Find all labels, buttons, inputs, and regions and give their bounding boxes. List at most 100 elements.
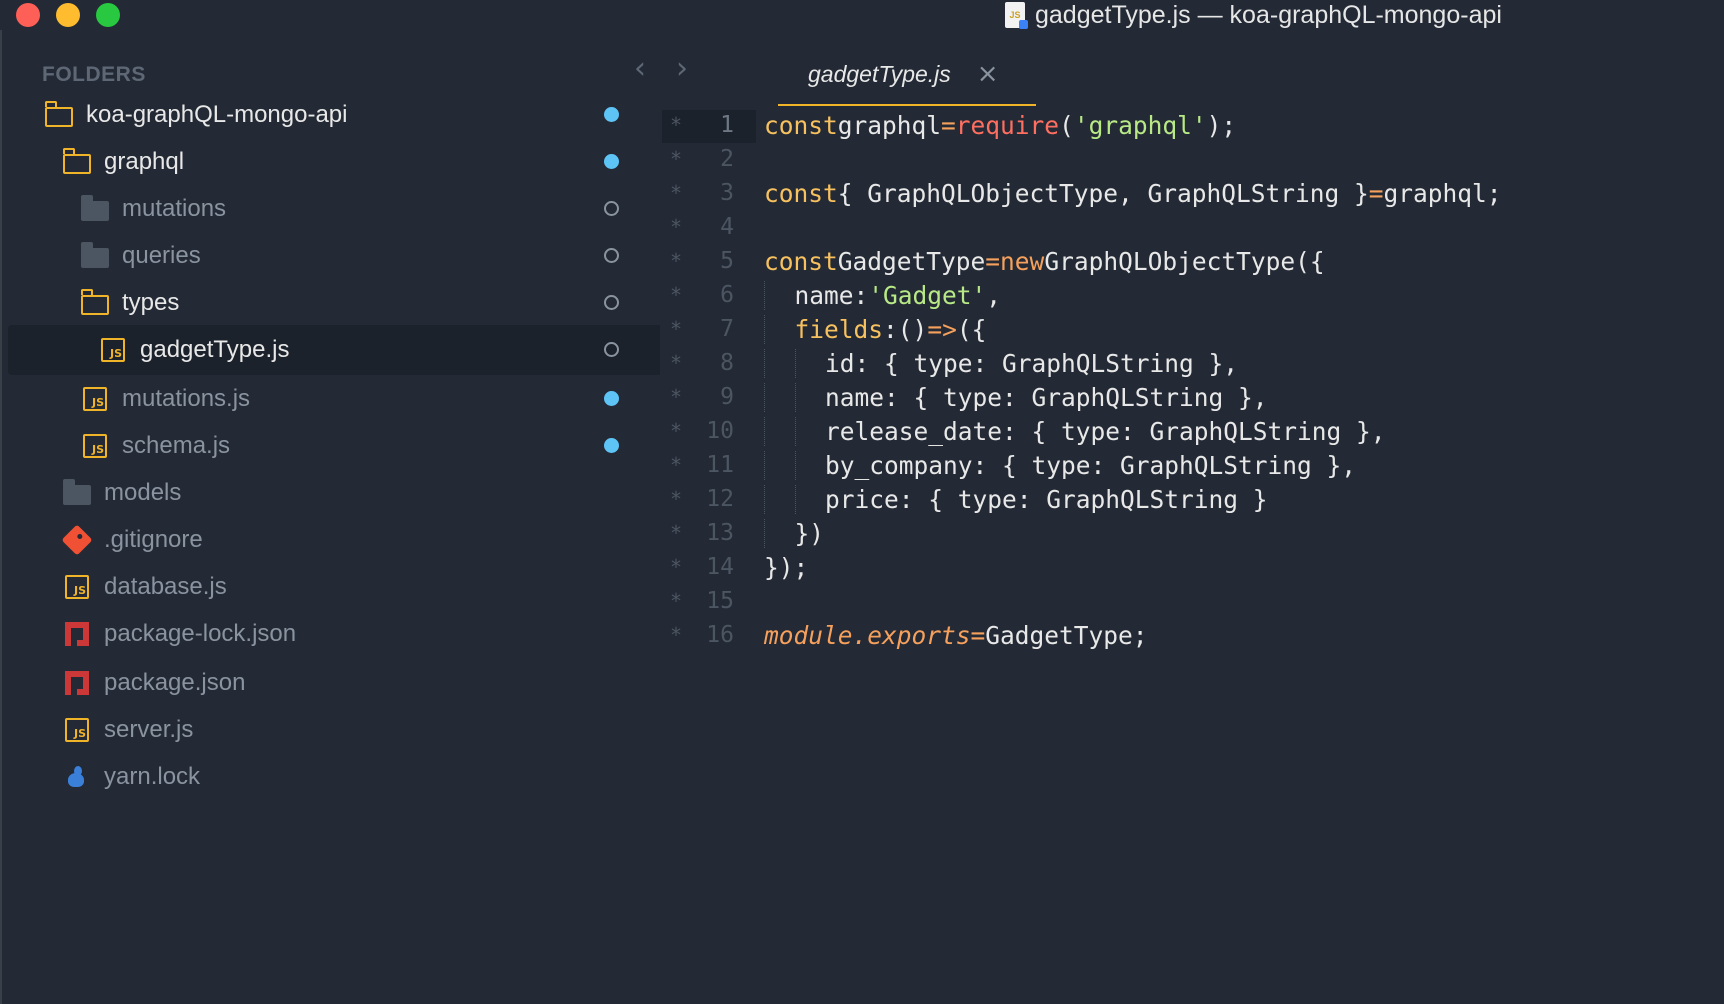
status-ring-indicator <box>604 248 619 263</box>
tree-item-label: server.js <box>104 716 194 743</box>
tree-item-package-lock-json[interactable]: package-lock.json <box>8 609 712 659</box>
line-number: * 3 <box>670 180 734 206</box>
tree-item-gadgettype-js[interactable]: JS gadgetType.js <box>8 325 748 375</box>
tree-item-label: mutations <box>122 195 227 222</box>
line-number: * 8 <box>670 350 734 376</box>
tree-item-types-folder[interactable]: types <box>8 278 730 328</box>
maximize-window-button[interactable] <box>96 3 120 27</box>
tree-item-mutations-folder[interactable]: mutations <box>8 184 730 234</box>
modified-indicator <box>604 391 619 406</box>
tree-item-label: .gitignore <box>104 526 203 553</box>
code-line: }); <box>764 552 809 582</box>
tree-item-database-js[interactable]: JS database.js <box>8 562 712 612</box>
line-number: * 1 <box>670 112 734 138</box>
tab-label: gadgetType.js <box>808 60 951 87</box>
tree-item-gitignore[interactable]: .gitignore <box>8 515 712 565</box>
tree-item-package-json[interactable]: package.json <box>8 658 712 708</box>
tree-item-label: package-lock.json <box>104 620 297 647</box>
window-title-text: gadgetType.js — koa-graphQL-mongo-api <box>1035 0 1502 29</box>
line-number: * 16 <box>670 622 734 648</box>
window-title: JS gadgetType.js — koa-graphQL-mongo-api <box>1005 0 1502 30</box>
close-tab-icon[interactable]: × <box>977 61 999 87</box>
folder-open-icon <box>80 289 110 317</box>
tab-gadgettype-js[interactable]: gadgetType.js × <box>778 44 1036 106</box>
tree-item-label: package.json <box>104 669 246 696</box>
tree-item-graphql[interactable]: graphql <box>8 137 712 187</box>
modified-indicator <box>604 154 619 169</box>
line-number: * 2 <box>670 146 734 172</box>
tree-item-label: queries <box>122 242 201 269</box>
code-line: }) <box>764 516 1704 550</box>
code-line: const { GraphQLObjectType, GraphQLString… <box>764 178 1502 208</box>
folder-open-icon <box>44 101 74 129</box>
tree-item-label: yarn.lock <box>104 763 201 790</box>
git-icon <box>61 524 93 556</box>
tree-item-root-folder[interactable]: koa-graphQL-mongo-api <box>8 90 694 140</box>
js-file-icon: JS <box>80 385 110 413</box>
code-line: id: { type: GraphQLString }, <box>764 346 1704 380</box>
line-number: * 4 <box>670 214 734 240</box>
line-number: * 9 <box>670 384 734 410</box>
code-line: name: { type: GraphQLString }, <box>764 380 1704 414</box>
code-line: price: { type: GraphQLString } <box>764 482 1704 516</box>
code-line: const graphql = require('graphql'); <box>764 110 1237 140</box>
tree-item-label: schema.js <box>122 432 231 459</box>
nav-back-arrow-icon[interactable]: ‹ <box>634 54 646 84</box>
line-number: * 5 <box>670 248 734 274</box>
tree-item-label: types <box>122 289 180 316</box>
npm-icon <box>62 620 92 648</box>
close-window-button[interactable] <box>16 3 40 27</box>
line-number: * 14 <box>670 554 734 580</box>
line-number: * 13 <box>670 520 734 546</box>
folder-open-icon <box>62 148 92 176</box>
minimize-window-button[interactable] <box>56 3 80 27</box>
tree-item-schema-js[interactable]: JS schema.js <box>8 421 730 471</box>
nav-forward-arrow-icon[interactable]: › <box>676 54 688 84</box>
folder-closed-icon <box>80 195 110 223</box>
code-line: release_date: { type: GraphQLString }, <box>764 414 1704 448</box>
tree-item-label: models <box>104 479 182 506</box>
code-line: const GadgetType = new GraphQLObjectType… <box>764 246 1325 276</box>
tree-item-mutations-js[interactable]: JS mutations.js <box>8 374 730 424</box>
js-file-icon: JS <box>98 336 128 364</box>
code-line: module.exports = GadgetType; <box>764 620 1148 650</box>
line-number: * 10 <box>670 418 734 444</box>
yarn-icon <box>62 763 92 791</box>
line-number: * 7 <box>670 316 734 342</box>
tree-item-queries-folder[interactable]: queries <box>8 231 730 281</box>
editor-pane: ‹ › gadgetType.js × * 1 * 2 * 3 * 4 * 5 * 6 * 7… <box>634 30 1724 1004</box>
folder-closed-icon <box>80 242 110 270</box>
modified-indicator <box>604 438 619 453</box>
code-line: fields: () => ({ <box>764 312 1704 346</box>
tree-item-yarn-lock[interactable]: yarn.lock <box>8 752 712 802</box>
line-number-gutter: * 1 * 2 * 3 * 4 * 5 * 6 * 7 * 8 * 9 * 10 * 11 * 12 *… <box>660 108 756 652</box>
modified-indicator <box>604 107 619 122</box>
tree-item-label: koa-graphQL-mongo-api <box>86 101 348 128</box>
tree-item-label: database.js <box>104 573 227 600</box>
line-number: * 6 <box>670 282 734 308</box>
line-number: * 12 <box>670 486 734 512</box>
line-number: * 11 <box>670 452 734 478</box>
tree-item-models-folder[interactable]: models <box>8 468 712 518</box>
js-file-icon: JS <box>62 573 92 601</box>
sidebar: FOLDERS koa-graphQL-mongo-api graphql mu… <box>0 30 748 1004</box>
tree-item-server-js[interactable]: JS server.js <box>8 705 712 755</box>
code-area[interactable]: const graphql = require('graphql'); cons… <box>764 108 1704 652</box>
status-ring-indicator <box>604 201 619 216</box>
folders-heading: FOLDERS <box>42 63 146 86</box>
npm-icon <box>62 669 92 697</box>
js-file-icon: JS <box>62 716 92 744</box>
tree-item-label: graphql <box>104 148 185 175</box>
code-line: by_company: { type: GraphQLString }, <box>764 448 1704 482</box>
code-line: name: 'Gadget', <box>764 278 1704 312</box>
js-document-icon: JS <box>1005 2 1028 29</box>
js-file-icon: JS <box>80 432 110 460</box>
title-bar: JS gadgetType.js — koa-graphQL-mongo-api <box>0 0 1724 30</box>
status-ring-indicator <box>604 342 619 357</box>
tree-item-label: gadgetType.js <box>140 336 290 363</box>
status-ring-indicator <box>604 295 619 310</box>
tree-item-label: mutations.js <box>122 385 251 412</box>
